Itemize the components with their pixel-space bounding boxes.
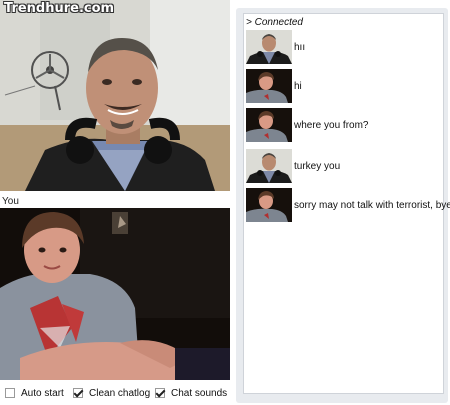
chat-message: where you from?	[246, 108, 443, 142]
you-avatar	[246, 108, 292, 142]
stranger-avatar	[246, 149, 292, 183]
auto-start-checkbox[interactable]	[5, 388, 15, 398]
options-bar: Auto start Clean chatlog Chat sounds	[0, 384, 236, 402]
stranger-video	[0, 0, 230, 191]
you-avatar	[246, 188, 292, 222]
auto-start-label: Auto start	[21, 387, 64, 399]
clean-chatlog-option[interactable]: Clean chatlog	[73, 386, 150, 400]
chat-log[interactable]: > Connected hıı hi where you from? turke…	[243, 13, 450, 394]
chat-message: hi	[246, 69, 443, 103]
message-text: hıı	[294, 42, 306, 53]
message-text: turkey you	[294, 161, 341, 172]
you-label: You	[2, 196, 19, 207]
chat-message: turkey you	[246, 149, 443, 183]
you-avatar	[246, 69, 292, 103]
auto-start-option[interactable]: Auto start	[5, 386, 64, 400]
chat-message: sorry may not talk with terrorist, bye	[246, 188, 450, 222]
you-video	[0, 208, 230, 380]
watermark-logo: Trendhure.com	[4, 1, 115, 16]
stranger-avatar	[246, 30, 292, 64]
connection-status: > Connected	[246, 17, 303, 28]
clean-chatlog-checkbox[interactable]	[73, 388, 83, 398]
chat-sounds-checkbox[interactable]	[155, 388, 165, 398]
chat-message: hıı	[246, 30, 443, 64]
message-text: hi	[294, 81, 302, 92]
clean-chatlog-label: Clean chatlog	[89, 387, 151, 399]
message-text: where you from?	[294, 120, 369, 131]
message-text: sorry may not talk with terrorist, bye	[294, 200, 450, 211]
chat-sounds-option[interactable]: Chat sounds	[155, 386, 227, 400]
chat-sounds-label: Chat sounds	[171, 387, 228, 399]
